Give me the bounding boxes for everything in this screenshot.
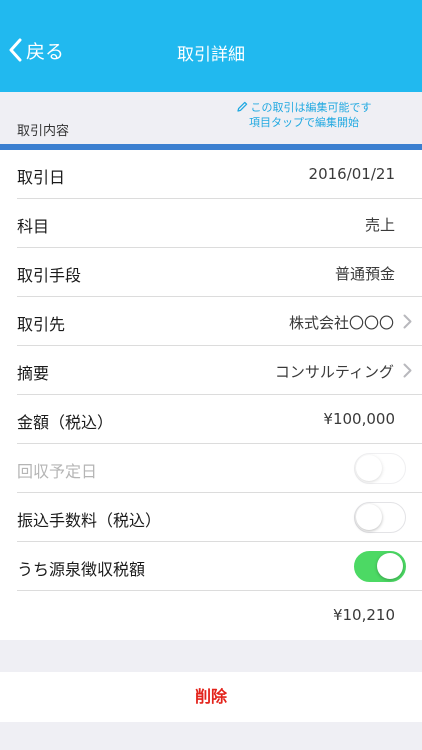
toggle-knob xyxy=(356,504,382,530)
row-value: ¥100,000 xyxy=(323,410,395,428)
row-collection-date: 回収予定日 xyxy=(0,444,422,493)
row-label: 摘要 xyxy=(17,364,50,383)
row-label: 取引先 xyxy=(17,315,66,334)
row-label: 科目 xyxy=(17,217,50,236)
row-label: 回収予定日 xyxy=(17,462,98,481)
withholding-tax-toggle[interactable] xyxy=(354,551,406,582)
row-label: 取引手段 xyxy=(17,266,82,285)
delete-section: 削除 xyxy=(0,672,422,722)
navigation-bar: 戻る 取引詳細 xyxy=(0,0,422,92)
edit-hint: この取引は編集可能です 項目タップで編集開始 xyxy=(204,100,404,130)
row-label: うち源泉徴収税額 xyxy=(17,560,146,579)
row-amount[interactable]: 金額（税込） ¥100,000 xyxy=(0,395,422,444)
page-title: 取引詳細 xyxy=(177,45,245,65)
edit-hint-line2: 項目タップで編集開始 xyxy=(249,116,359,129)
edit-hint-line1: この取引は編集可能です xyxy=(250,101,372,114)
row-label: 振込手数料（税込） xyxy=(17,511,162,530)
row-value: コンサルティング xyxy=(274,363,394,381)
row-value: 売上 xyxy=(364,216,395,234)
row-label: 取引日 xyxy=(17,168,66,187)
row-value: 2016/01/21 xyxy=(308,165,395,183)
row-withholding-amount[interactable]: ¥10,210 xyxy=(0,591,422,640)
chevron-right-icon xyxy=(403,314,412,329)
row-transfer-fee: 振込手数料（税込） xyxy=(0,493,422,542)
row-account[interactable]: 科目 売上 xyxy=(0,199,422,248)
delete-button[interactable]: 削除 xyxy=(0,672,422,722)
row-description[interactable]: 摘要 コンサルティング xyxy=(0,346,422,395)
row-payment-method[interactable]: 取引手段 普通預金 xyxy=(0,248,422,297)
collection-date-toggle[interactable] xyxy=(354,453,406,484)
transaction-detail-list: 取引日 2016/01/21 科目 売上 取引手段 普通預金 取引先 株式会社〇… xyxy=(0,150,422,640)
row-transaction-date[interactable]: 取引日 2016/01/21 xyxy=(0,150,422,199)
pencil-icon xyxy=(236,101,247,112)
row-value: 株式会社〇〇〇 xyxy=(288,314,394,332)
row-counterparty[interactable]: 取引先 株式会社〇〇〇 xyxy=(0,297,422,346)
row-label: 金額（税込） xyxy=(17,413,114,432)
transfer-fee-toggle[interactable] xyxy=(354,502,406,533)
row-value: 普通預金 xyxy=(334,265,395,283)
toggle-knob xyxy=(377,553,403,579)
toggle-knob xyxy=(356,455,382,481)
row-withholding-tax: うち源泉徴収税額 xyxy=(0,542,422,591)
section-label: 取引内容 xyxy=(17,124,70,139)
withholding-amount-value: ¥10,210 xyxy=(332,606,395,624)
chevron-right-icon xyxy=(403,363,412,378)
